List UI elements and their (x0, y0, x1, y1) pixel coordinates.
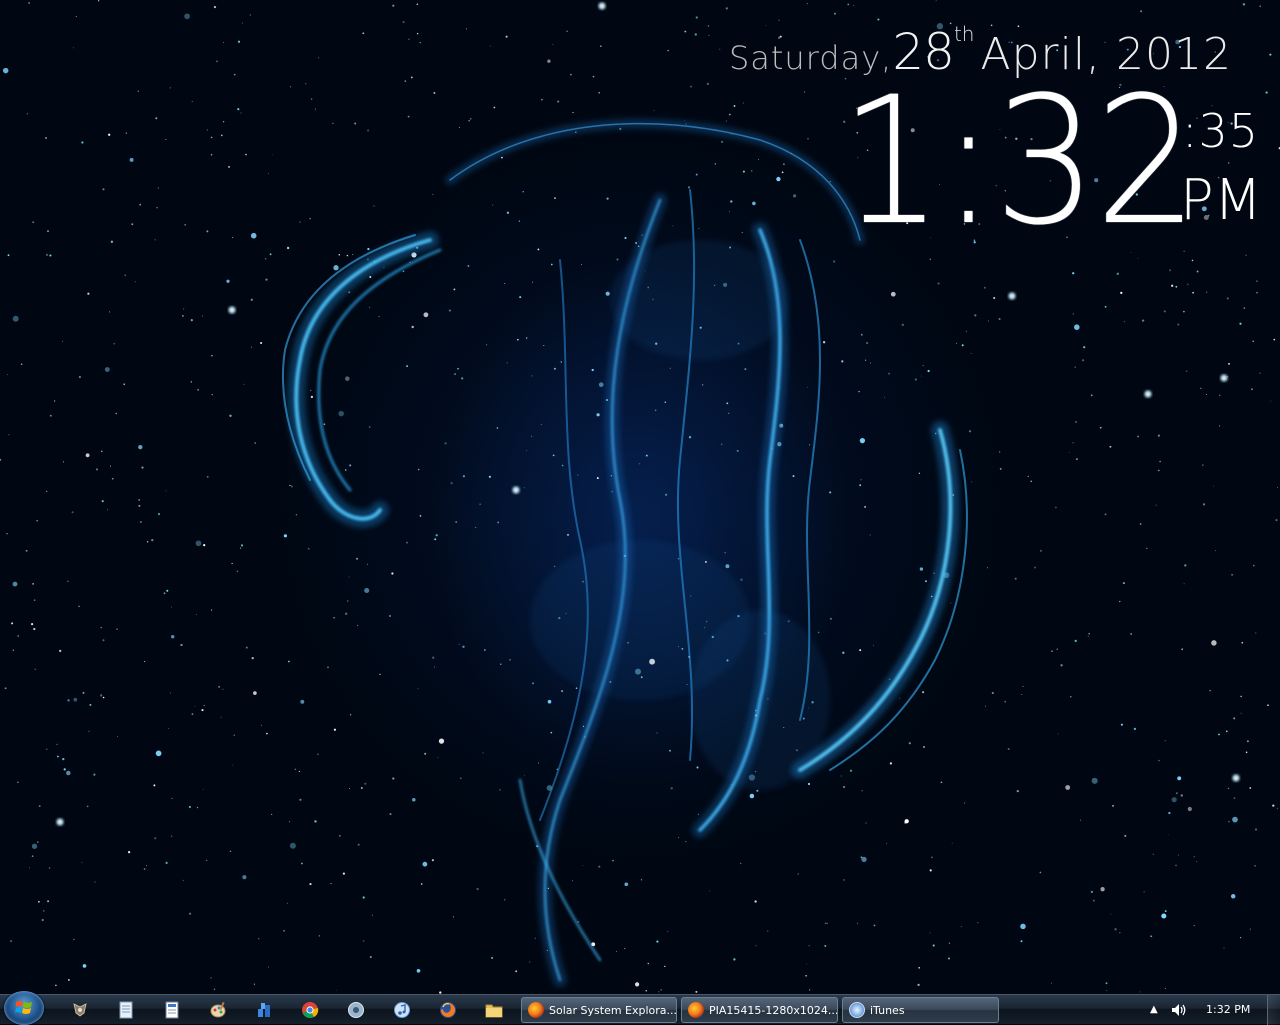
firefox-icon (688, 1002, 704, 1018)
tray-clock[interactable]: 1:32 PM (1206, 1003, 1250, 1016)
clock-widget: Saturday,28th April, 2012 1:32 :35 PM (0, 0, 1280, 260)
task-label: Solar System Explora... (549, 1003, 677, 1017)
clock-ampm: PM (1180, 168, 1263, 233)
gimp-icon[interactable] (70, 1000, 90, 1020)
start-button[interactable] (4, 991, 44, 1025)
notepad-icon[interactable] (116, 1000, 136, 1020)
show-hidden-icons-icon[interactable]: ▲ (1150, 1004, 1158, 1015)
task-button-firefox-pia[interactable]: PIA15415-1280x1024.... (681, 997, 838, 1023)
system-tray: ▲ 1:32 PM (1140, 995, 1280, 1025)
firefox-icon (528, 1002, 544, 1018)
chrome-icon[interactable] (300, 1000, 320, 1020)
folder-icon[interactable] (484, 1000, 504, 1020)
clock-time: 1:32 (840, 59, 1198, 264)
itunes-icon[interactable] (392, 1000, 412, 1020)
network-icon[interactable] (254, 1000, 274, 1020)
taskbar: Solar System Explora... PIA15415-1280x10… (0, 991, 1280, 1025)
document-icon[interactable] (162, 1000, 182, 1020)
volume-icon[interactable] (1170, 1001, 1188, 1019)
itunes-icon (849, 1002, 865, 1018)
task-button-itunes[interactable]: iTunes (842, 997, 999, 1023)
windows-logo-icon (15, 1001, 32, 1014)
task-label: iTunes (870, 1003, 905, 1017)
task-label: PIA15415-1280x1024.... (709, 1003, 838, 1017)
date-suffix: th (953, 22, 975, 46)
audio-icon[interactable] (346, 1000, 366, 1020)
desktop[interactable]: Saturday,28th April, 2012 1:32 :35 PM (0, 0, 1280, 994)
task-button-firefox-solar[interactable]: Solar System Explora... (521, 997, 677, 1023)
firefox-icon[interactable] (438, 1000, 458, 1020)
clock-seconds: :35 (1182, 104, 1260, 158)
show-desktop-button[interactable] (1267, 995, 1280, 1025)
paint-icon[interactable] (208, 1000, 228, 1020)
